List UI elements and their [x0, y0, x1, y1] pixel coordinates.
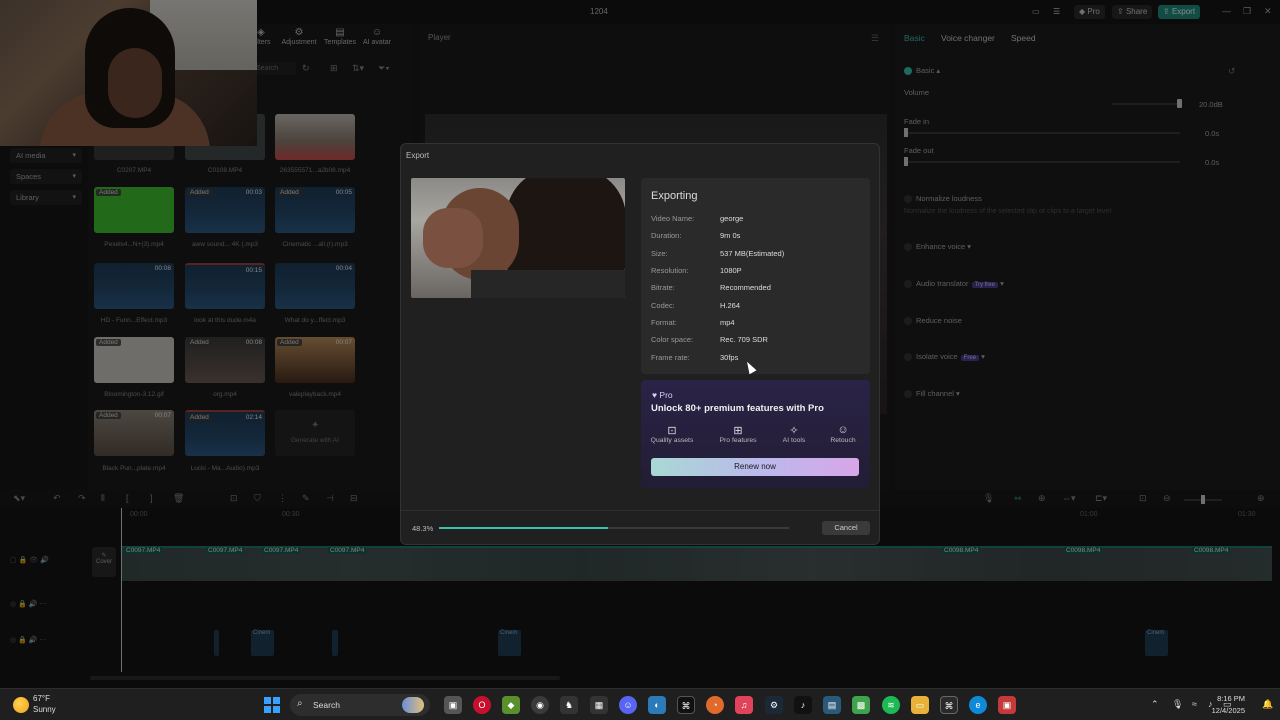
tiktok-icon[interactable]: ♪ [794, 696, 812, 714]
windows-start-icon[interactable] [264, 697, 280, 713]
detail-value: 30fps [720, 353, 739, 362]
clock-date[interactable]: 12/4/2025 [1207, 706, 1245, 715]
steam-icon[interactable]: ⚙ [765, 696, 783, 714]
app-icon[interactable]: ◐ [648, 696, 666, 714]
wifi-icon[interactable]: ≈ [1192, 699, 1197, 709]
export-details: Exporting Video Name: george Duration: 9… [641, 178, 870, 374]
detail-value: 1080P [720, 266, 742, 275]
detail-value: Recommended [720, 283, 771, 292]
discord-icon[interactable]: ☺ [619, 696, 637, 714]
retouch-icon: ☺ [837, 424, 849, 436]
dialog-title: Export [406, 151, 430, 160]
pro-title: ♥ Pro [652, 390, 673, 400]
chevron-up-icon[interactable]: ⌃ [1151, 699, 1159, 710]
app-icon[interactable]: ▣ [998, 696, 1016, 714]
taskbar: 67°F Sunny ⌕ Search ▣ O ◆ ◉ ♞ ▦ ☺ ◐ ⌘ ◔ … [0, 688, 1280, 720]
export-dialog: Export Exporting Video Name: george Dura… [400, 143, 880, 545]
detail-value: 9m 0s [720, 231, 741, 240]
minecraft-launcher-icon[interactable]: ▩ [852, 696, 870, 714]
detail-value: mp4 [720, 318, 735, 327]
weather-temp[interactable]: 67°F [33, 694, 50, 703]
quality-assets-icon: ⊡ [667, 425, 677, 437]
taskbar-search[interactable]: ⌕ Search [290, 694, 430, 716]
pro-features-icon: ⊞ [733, 425, 743, 437]
detail-key: Format: [651, 318, 677, 327]
microphone-icon[interactable]: 🎙 [1172, 699, 1183, 710]
task-view-icon[interactable]: ▣ [444, 696, 462, 714]
detail-value: 537 MB(Estimated) [720, 249, 785, 258]
notification-icon[interactable]: 🔔 [1262, 699, 1273, 710]
search-highlight-icon [402, 697, 424, 713]
app-icon[interactable]: ♞ [560, 696, 578, 714]
opera-icon[interactable]: O [473, 696, 491, 714]
music-icon[interactable]: ♫ [735, 696, 753, 714]
feature-retouch[interactable]: ☺ Retouch [813, 424, 873, 444]
detail-key: Video Name: [651, 214, 695, 223]
detail-value: Rec. 709 SDR [720, 335, 768, 344]
cancel-button[interactable]: Cancel [822, 521, 870, 535]
clock-time[interactable]: 8:16 PM [1207, 694, 1245, 703]
export-preview [411, 178, 625, 298]
app-icon[interactable]: ◔ [706, 696, 724, 714]
calculator-icon[interactable]: ▦ [590, 696, 608, 714]
progress-bar [439, 527, 789, 529]
detail-key: Frame rate: [651, 353, 690, 362]
capcut-active-icon[interactable]: ⌘ [940, 696, 958, 714]
detail-value: H.264 [720, 301, 741, 310]
detail-key: Duration: [651, 231, 682, 240]
detail-key: Resolution: [651, 266, 689, 275]
detail-key: Bitrate: [651, 283, 675, 292]
feature-quality-assets[interactable]: ⊡ Quality assets [642, 424, 702, 444]
minecraft-icon[interactable]: ◆ [502, 696, 520, 714]
progress-percent: 48.3% [412, 524, 434, 533]
file-explorer-icon[interactable]: ▭ [911, 696, 929, 714]
detail-key: Codec: [651, 301, 675, 310]
detail-key: Color space: [651, 335, 694, 344]
capcut-icon[interactable]: ⌘ [677, 696, 695, 714]
export-status: Exporting [651, 190, 698, 202]
spotify-icon[interactable]: ≋ [882, 696, 900, 714]
sun-icon[interactable] [13, 697, 29, 713]
progress-fill [439, 527, 609, 529]
renew-now-button[interactable]: Renew now [651, 458, 859, 476]
detail-value: george [720, 214, 744, 223]
capcut-window: 1204 ▭ ☰ ◆ Pro ⇪ Share ⇪ Export — ❐ ✕ AI… [0, 0, 1280, 688]
weather-condition[interactable]: Sunny [33, 705, 56, 714]
detail-key: Size: [651, 249, 668, 258]
pro-headline: Unlock 80+ premium features with Pro [651, 403, 824, 414]
chrome-icon[interactable]: ◉ [531, 696, 549, 714]
app-icon[interactable]: ▤ [823, 696, 841, 714]
edge-icon[interactable]: e [969, 696, 987, 714]
search-icon: ⌕ [297, 698, 303, 709]
diamond-icon: ♥ [652, 390, 658, 400]
feature-pro-features[interactable]: ⊞ Pro features [708, 424, 768, 444]
pro-upsell-panel: ♥ Pro Unlock 80+ premium features with P… [641, 380, 870, 488]
